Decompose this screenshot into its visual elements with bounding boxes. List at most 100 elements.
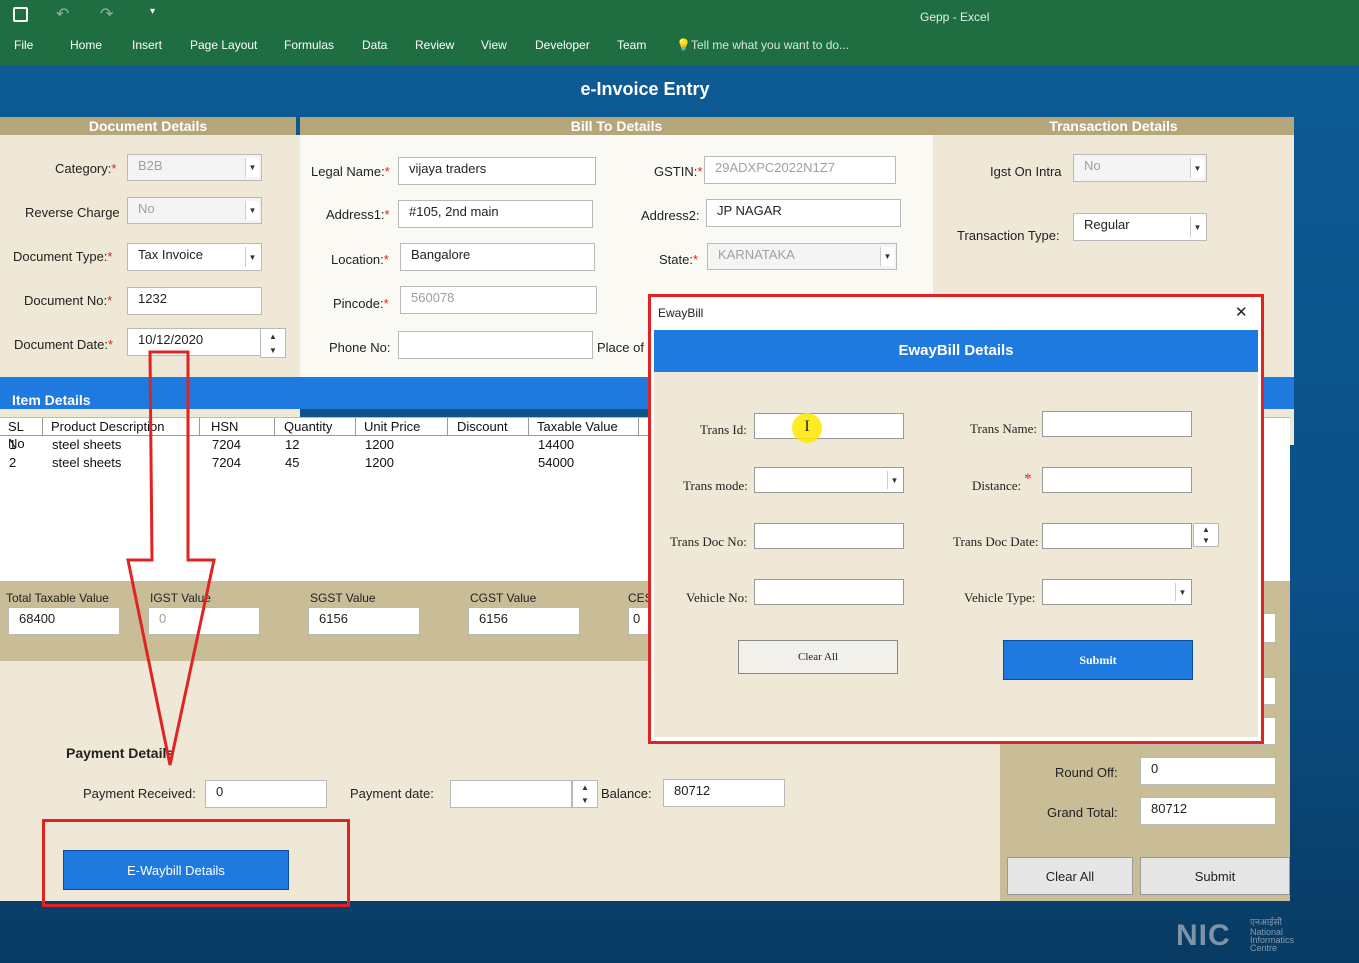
menu-home[interactable]: Home	[70, 38, 102, 52]
trans-name-label: Trans Name:	[970, 421, 1038, 436]
bill-to-header: Bill To Details	[300, 117, 933, 135]
pincode-field[interactable]: 560078	[400, 286, 597, 314]
address2-label: Address2:	[641, 208, 700, 223]
document-date-spinner[interactable]: ▲ ▼	[260, 328, 286, 358]
dialog-header: EwayBill Details	[898, 342, 1014, 359]
payment-received-field[interactable]: 0	[205, 780, 327, 808]
trans-doc-no-field[interactable]	[754, 523, 904, 549]
gstin-field[interactable]: 29ADXPC2022N1Z7	[704, 156, 896, 184]
cursor-highlight-icon: I	[792, 413, 822, 443]
trans-doc-date-spinner[interactable]: ▲ ▼	[1193, 523, 1219, 547]
payment-date-field[interactable]	[450, 780, 572, 808]
sgst-value-field[interactable]: 6156	[308, 607, 420, 635]
vehicle-no-field[interactable]	[754, 579, 904, 605]
chevron-down-icon: ▼	[1190, 158, 1204, 178]
transaction-type-select[interactable]: Regular ▼	[1073, 213, 1207, 241]
cgst-value-field[interactable]: 6156	[468, 607, 580, 635]
menu-data[interactable]: Data	[362, 38, 387, 52]
spin-up-icon[interactable]: ▲	[269, 332, 277, 341]
vehicle-no-label: Vehicle No:	[686, 590, 748, 605]
annotation-highlight-box	[42, 819, 350, 907]
chevron-down-icon: ▼	[880, 247, 894, 266]
payment-date-spinner[interactable]: ▲ ▼	[572, 780, 598, 808]
redo-icon[interactable]: ↷	[100, 4, 113, 24]
document-date-label: Document Date:*	[14, 337, 113, 352]
round-off-field[interactable]: 0	[1140, 757, 1276, 785]
address2-field[interactable]: JP NAGAR	[706, 199, 901, 227]
cell: 1200	[365, 437, 394, 452]
item-details-title: Item Details	[12, 392, 91, 408]
menu-formulas[interactable]: Formulas	[284, 38, 334, 52]
address1-label: Address1:*	[326, 207, 390, 222]
balance-label: Balance:	[601, 786, 652, 801]
sgst-value-label: SGST Value	[310, 591, 376, 605]
menu-insert[interactable]: Insert	[132, 38, 162, 52]
annotation-arrow	[126, 350, 216, 766]
save-icon[interactable]	[13, 7, 28, 22]
close-icon[interactable]: ✕	[1235, 303, 1248, 321]
document-no-field[interactable]: 1232	[127, 287, 262, 315]
undo-icon[interactable]: ↶	[56, 4, 69, 24]
trans-id-field[interactable]	[754, 413, 904, 439]
pincode-label: Pincode:*	[333, 296, 389, 311]
form-stage: e-Invoice Entry Document Details Bill To…	[0, 65, 1359, 963]
dialog-clear-all-button[interactable]: Clear All	[738, 640, 898, 674]
submit-button[interactable]: Submit	[1140, 857, 1290, 895]
chevron-down-icon: ▼	[245, 158, 259, 177]
spin-up-icon[interactable]: ▲	[581, 783, 589, 792]
col-taxable-value: Taxable Value	[529, 418, 639, 435]
total-taxable-field[interactable]: 68400	[8, 607, 120, 635]
spin-up-icon[interactable]: ▲	[1202, 525, 1210, 534]
location-label: Location:*	[331, 252, 389, 267]
spin-down-icon[interactable]: ▼	[269, 346, 277, 355]
category-label: Category:*	[55, 161, 117, 176]
distance-label: Distance: *	[972, 471, 1032, 493]
trans-mode-select[interactable]: ▼	[754, 467, 904, 493]
menu-team[interactable]: Team	[617, 38, 646, 52]
gstin-label: GSTIN:*	[654, 164, 703, 179]
clear-all-button[interactable]: Clear All	[1007, 857, 1133, 895]
legal-name-field[interactable]: vijaya traders	[398, 157, 596, 185]
document-type-select[interactable]: Tax Invoice ▼	[127, 243, 262, 271]
header-divider	[0, 435, 650, 436]
cell: steel sheets	[52, 455, 122, 470]
trans-id-label: Trans Id:	[700, 422, 747, 437]
transaction-header: Transaction Details	[933, 117, 1294, 135]
window-title: Gepp - Excel	[920, 10, 990, 24]
dialog-submit-button[interactable]: Submit	[1003, 640, 1193, 680]
customize-icon[interactable]: ▾	[150, 6, 155, 17]
vehicle-type-select[interactable]: ▼	[1042, 579, 1192, 605]
phone-field[interactable]	[398, 331, 593, 359]
tell-me-search[interactable]: Tell me what you want to do...	[691, 38, 849, 52]
grand-total-field[interactable]: 80712	[1140, 797, 1276, 825]
grand-total-label: Grand Total:	[1047, 805, 1118, 820]
cell: steel sheets	[52, 437, 122, 452]
menu-review[interactable]: Review	[415, 38, 454, 52]
menu-file[interactable]: File	[14, 38, 33, 52]
distance-field[interactable]	[1042, 467, 1192, 493]
cgst-value-label: CGST Value	[470, 591, 537, 605]
menu-view[interactable]: View	[481, 38, 507, 52]
igst-intra-select[interactable]: No ▼	[1073, 154, 1207, 182]
category-select[interactable]: B2B ▼	[127, 154, 262, 181]
menu-page-layout[interactable]: Page Layout	[190, 38, 257, 52]
balance-field[interactable]: 80712	[663, 779, 785, 807]
phone-label: Phone No:	[329, 340, 391, 355]
document-no-label: Document No:*	[24, 293, 113, 308]
spin-down-icon[interactable]: ▼	[1202, 536, 1210, 545]
trans-doc-date-field[interactable]	[1042, 523, 1192, 549]
total-taxable-label: Total Taxable Value	[6, 591, 109, 605]
chevron-down-icon: ▼	[245, 201, 259, 220]
menu-developer[interactable]: Developer	[535, 38, 590, 52]
nic-logo: NIC एनआईसी National Informatics Centre	[1176, 915, 1306, 955]
address1-field[interactable]: #105, 2nd main	[398, 200, 593, 228]
nic-logo-line3: Centre	[1250, 943, 1278, 953]
reverse-charge-select[interactable]: No ▼	[127, 197, 262, 224]
dialog-body: Trans Id: I Trans Name: Trans mode: ▼ Di…	[654, 372, 1258, 737]
spin-down-icon[interactable]: ▼	[581, 796, 589, 805]
state-select[interactable]: KARNATAKA ▼	[707, 243, 897, 270]
vehicle-type-label: Vehicle Type:	[964, 590, 1036, 605]
location-field[interactable]: Bangalore	[400, 243, 595, 271]
round-off-label: Round Off:	[1055, 765, 1118, 780]
trans-name-field[interactable]	[1042, 411, 1192, 437]
